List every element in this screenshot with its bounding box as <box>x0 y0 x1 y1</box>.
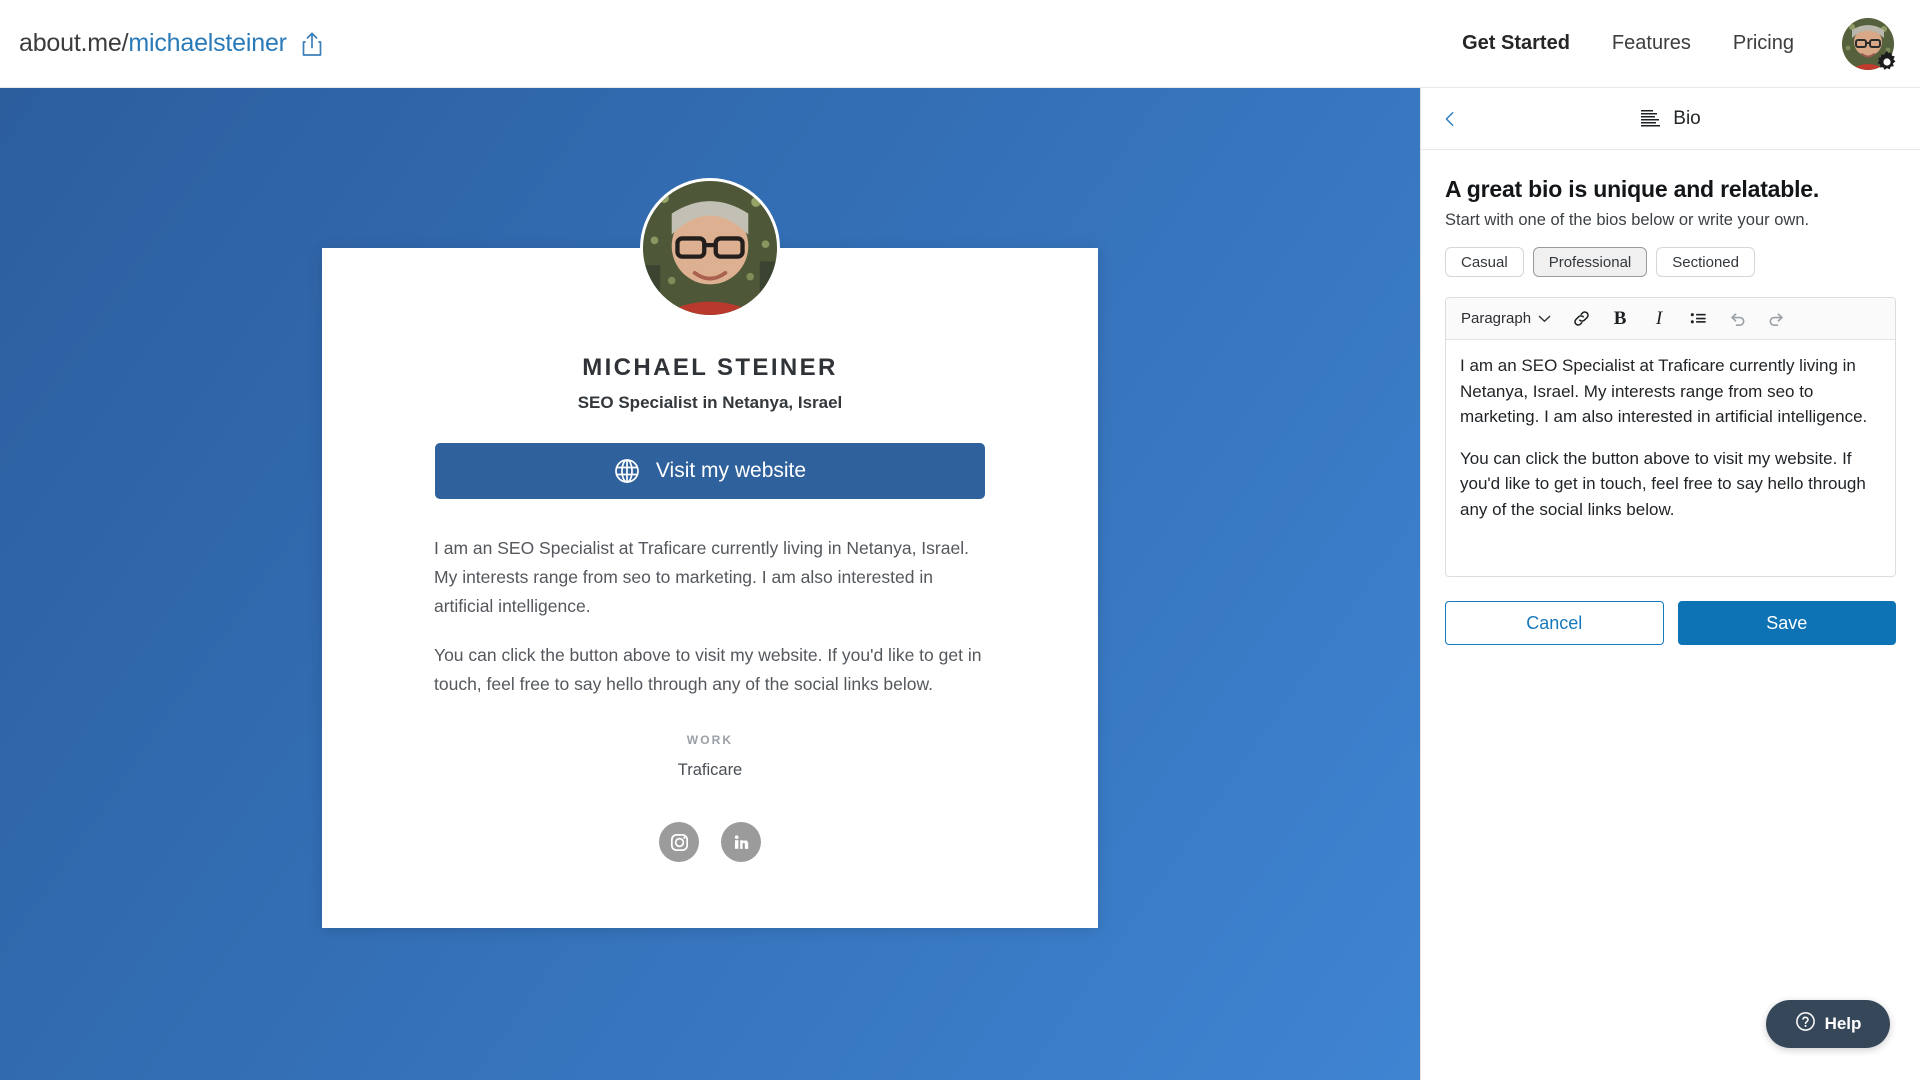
nav-link-get-started[interactable]: Get Started <box>1462 32 1570 55</box>
panel-header: Bio <box>1421 88 1920 150</box>
social-links <box>322 822 1098 862</box>
profile-url[interactable]: about.me/michaelsteiner <box>19 29 287 58</box>
profile-url-prefix: about.me/ <box>19 29 129 57</box>
bio-lines-icon <box>1640 109 1662 129</box>
bio-style-tabs: Casual Professional Sectioned <box>1445 247 1896 277</box>
share-icon[interactable] <box>301 31 323 57</box>
undo-icon[interactable] <box>1721 304 1753 334</box>
tab-professional[interactable]: Professional <box>1532 247 1648 277</box>
panel-subheading: Start with one of the bios below or writ… <box>1445 211 1810 229</box>
editor-paragraph-2: You can click the button above to visit … <box>1460 448 1866 519</box>
profile-card: MICHAEL STEINER SEO Specialist in Netany… <box>322 178 1098 928</box>
question-circle-icon <box>1795 1011 1816 1037</box>
panel-actions: Cancel Save <box>1445 601 1896 645</box>
main-nav: Get Started Features Pricing <box>1462 17 1896 70</box>
link-icon[interactable] <box>1565 304 1597 334</box>
gear-icon[interactable] <box>1875 50 1899 74</box>
linkedin-icon[interactable] <box>721 822 761 862</box>
bullet-list-icon[interactable] <box>1682 304 1714 334</box>
help-widget[interactable]: Help <box>1766 1000 1890 1048</box>
visit-website-button[interactable]: Visit my website <box>435 443 985 499</box>
panel-body: A great bio is unique and relatable. Sta… <box>1421 150 1920 645</box>
profile-bio-paragraph-2: You can click the button above to visit … <box>434 645 982 695</box>
bio-text-input[interactable]: I am an SEO Specialist at Traficare curr… <box>1446 340 1895 576</box>
globe-icon <box>614 458 640 484</box>
nav-link-features[interactable]: Features <box>1612 32 1691 55</box>
chevron-down-icon <box>1538 310 1551 327</box>
work-company-name: Traficare <box>677 761 743 779</box>
editor-paragraph-1: I am an SEO Specialist at Traficare curr… <box>1460 356 1868 426</box>
brand-url-group[interactable]: about.me/michaelsteiner <box>19 29 323 58</box>
profile-preview-stage: MICHAEL STEINER SEO Specialist in Netany… <box>0 88 1420 1080</box>
back-button[interactable] <box>1435 104 1465 134</box>
profile-headline: SEO Specialist in Netanya, Israel <box>577 393 843 412</box>
profile-url-handle: michaelsteiner <box>128 29 287 57</box>
redo-icon[interactable] <box>1760 304 1792 334</box>
profile-bio-paragraph-1: I am an SEO Specialist at Traficare curr… <box>434 538 969 617</box>
bio-editor-panel: Bio A great bio is unique and relatable.… <box>1420 88 1920 1080</box>
tab-sectioned[interactable]: Sectioned <box>1656 247 1755 277</box>
work-section-label: WORK <box>686 733 734 747</box>
cancel-button[interactable]: Cancel <box>1445 601 1664 645</box>
profile-photo <box>640 178 780 318</box>
save-button[interactable]: Save <box>1677 601 1896 645</box>
visit-website-label: Visit my website <box>655 459 807 482</box>
italic-button[interactable]: I <box>1643 304 1675 334</box>
page-title: MICHAEL STEINER <box>582 354 838 381</box>
instagram-icon[interactable] <box>659 822 699 862</box>
tab-casual[interactable]: Casual <box>1445 247 1524 277</box>
panel-title: Bio <box>1673 107 1701 129</box>
profile-bio: I am an SEO Specialist at Traficare curr… <box>434 534 987 699</box>
panel-title-group: Bio <box>1640 107 1701 130</box>
block-format-select[interactable]: Paragraph <box>1454 304 1558 334</box>
editor-toolbar: Paragraph B I <box>1446 298 1895 340</box>
nav-link-pricing[interactable]: Pricing <box>1733 32 1794 55</box>
panel-heading: A great bio is unique and relatable. <box>1445 176 1820 202</box>
block-format-value: Paragraph <box>1461 310 1532 327</box>
account-menu[interactable] <box>1842 17 1896 70</box>
bold-button[interactable]: B <box>1604 304 1636 334</box>
rich-text-editor: Paragraph B I I am an SEO Specialist at … <box>1445 297 1896 577</box>
help-label: Help <box>1824 1014 1862 1033</box>
top-navigation-bar: about.me/michaelsteiner Get Started Feat… <box>0 0 1920 88</box>
